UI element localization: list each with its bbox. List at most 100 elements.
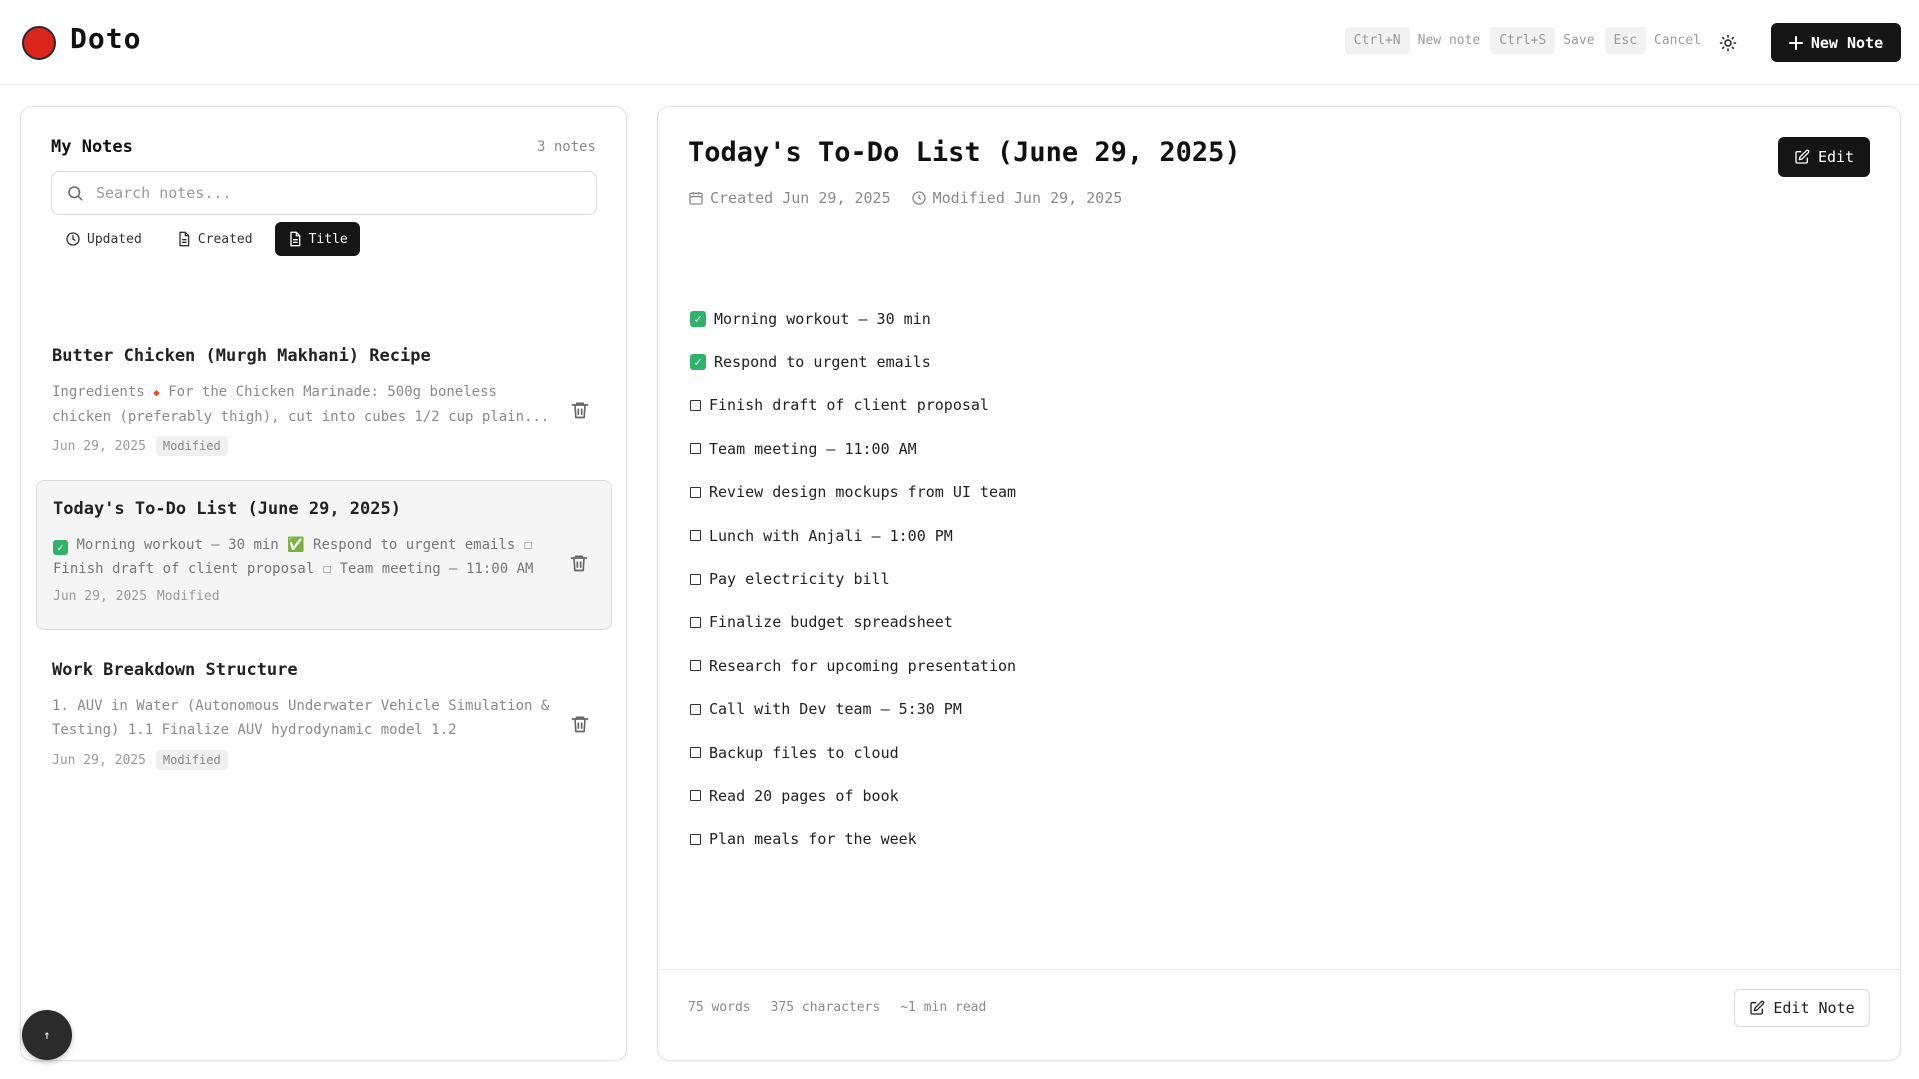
checked-box-icon: ✓	[690, 310, 706, 327]
calendar-icon	[689, 192, 703, 205]
status-badge: Modified	[155, 436, 228, 456]
search-input[interactable]	[94, 183, 578, 203]
todo-item: Read 20 pages of book	[690, 774, 1016, 817]
sort-created-label: Created	[197, 231, 253, 247]
todo-item: Review design mockups from UI team	[690, 471, 1016, 514]
clock-icon	[911, 191, 926, 205]
note-viewer: Today's To-Do List (June 29, 2025) Creat…	[657, 106, 1901, 1061]
checked-box-icon: ✓	[690, 354, 706, 371]
todo-text: Plan meals for the week	[709, 830, 917, 849]
search-box[interactable]	[51, 171, 597, 215]
sort-title-label: Title	[308, 231, 348, 247]
note-preview: 1. AUV in Water (Autonomous Underwater V…	[52, 698, 550, 738]
sun-icon	[1719, 34, 1737, 52]
note-title: Today's To-Do List (June 29, 2025)	[53, 499, 401, 519]
shortcut-key-cancel: Esc	[1604, 27, 1647, 54]
note-card[interactable]: Butter Chicken (Murgh Makhani) Recipe In…	[36, 328, 612, 478]
checkbox-icon	[690, 486, 701, 498]
logo-icon	[22, 26, 56, 60]
todo-item: ✓ Respond to urgent emails	[690, 340, 1016, 383]
sort-options: Updated Created Title	[53, 222, 360, 256]
todo-text: Morning workout – 30 min	[714, 309, 931, 328]
app-header: Doto Ctrl+N New note Ctrl+S Save Esc Can…	[0, 0, 1919, 85]
notes-sidebar: My Notes 3 notes Updated Created	[20, 106, 627, 1061]
todo-list: ✓ Morning workout – 30 min ✓ Respond to urg…	[690, 297, 1016, 861]
diamond-icon: ◆	[153, 386, 160, 399]
trash-icon[interactable]	[569, 553, 589, 573]
checkbox-icon	[690, 573, 701, 585]
file-text-icon	[289, 231, 300, 247]
trash-icon[interactable]	[570, 400, 590, 420]
shortcut-key-save: Ctrl+S	[1490, 27, 1556, 54]
note-meta: Jun 29, 2025 Modified	[52, 750, 596, 770]
note-title: Butter Chicken (Murgh Makhani) Recipe	[52, 346, 431, 366]
created-date: Created Jun 29, 2025	[688, 189, 891, 207]
todo-item: Backup files to cloud	[690, 731, 1016, 774]
sidebar-header: My Notes 3 notes	[51, 137, 596, 161]
todo-item: Plan meals for the week	[690, 818, 1016, 861]
note-card[interactable]: Work Breakdown Structure 1. AUV in Water…	[36, 642, 612, 792]
keyboard-shortcuts: Ctrl+N New note Ctrl+S Save Esc Cancel	[1344, 27, 1703, 54]
new-note-button[interactable]: New Note	[1771, 23, 1901, 62]
trash-icon[interactable]	[570, 714, 590, 734]
edit-note-label: Edit Note	[1773, 999, 1855, 1017]
edit-icon	[1795, 149, 1810, 164]
sort-title-button[interactable]: Title	[274, 222, 360, 256]
note-preview: Ingredients ◆ For the Chicken Marinade: …	[52, 380, 552, 428]
todo-text: Review design mockups from UI team	[709, 483, 1017, 502]
todo-item: Finalize budget spreadsheet	[690, 601, 1016, 644]
todo-text: Finalize budget spreadsheet	[709, 613, 953, 632]
character-count: 375 characters	[770, 1000, 881, 1015]
checkbox-icon	[690, 443, 701, 455]
todo-item: Team meeting – 11:00 AM	[690, 427, 1016, 470]
edit-note-button[interactable]: Edit Note	[1734, 989, 1870, 1027]
todo-text: Pay electricity bill	[709, 570, 890, 589]
modified-date: Modified Jun 29, 2025	[911, 189, 1123, 207]
note-card-selected[interactable]: Today's To-Do List (June 29, 2025) ✓ Mor…	[36, 480, 612, 630]
note-meta: Jun 29, 2025 Modified	[52, 436, 596, 456]
scroll-to-top-button[interactable]: ↑	[22, 1010, 72, 1060]
todo-text: Respond to urgent emails	[714, 353, 931, 372]
clock-icon	[66, 232, 80, 246]
todo-item: Research for upcoming presentation	[690, 644, 1016, 687]
todo-text: Research for upcoming presentation	[709, 656, 1017, 675]
created-label: Created Jun 29, 2025	[710, 189, 891, 207]
note-stats: 75 words 375 characters ~1 min read	[688, 1000, 986, 1015]
modified-label: Modified Jun 29, 2025	[932, 189, 1123, 207]
checkbox-icon	[690, 399, 701, 411]
todo-item: Pay electricity bill	[690, 557, 1016, 600]
sidebar-title: My Notes	[51, 137, 133, 157]
note-date: Jun 29, 2025	[52, 752, 146, 768]
footer-divider	[658, 969, 1900, 970]
note-preview-text: Morning workout – 30 min ✅ Respond to ur…	[53, 537, 534, 577]
plus-icon	[1788, 35, 1803, 50]
todo-text: Lunch with Anjali – 1:00 PM	[709, 526, 953, 545]
status-badge: Modified	[155, 750, 228, 770]
shortcut-key-new: Ctrl+N	[1344, 27, 1410, 54]
sort-created-button[interactable]: Created	[164, 222, 265, 256]
checkbox-icon	[690, 833, 701, 845]
shortcut-label-cancel: Cancel	[1654, 33, 1701, 48]
todo-text: Backup files to cloud	[709, 743, 899, 762]
checkbox-icon	[690, 530, 701, 542]
sort-updated-button[interactable]: Updated	[53, 222, 154, 256]
read-time: ~1 min read	[900, 1000, 987, 1015]
file-icon	[179, 231, 190, 247]
search-icon	[68, 186, 83, 201]
check-icon: ✓	[53, 540, 68, 555]
edit-label: Edit	[1817, 148, 1855, 166]
todo-text: Finish draft of client proposal	[709, 396, 989, 415]
new-note-label: New Note	[1810, 33, 1884, 52]
todo-item: Call with Dev team – 5:30 PM	[690, 688, 1016, 731]
checkbox-icon	[690, 660, 701, 672]
note-date: Jun 29, 2025	[53, 589, 147, 604]
note-meta: Jun 29, 2025 Modified	[53, 589, 595, 604]
edit-button[interactable]: Edit	[1778, 137, 1870, 177]
checkbox-icon	[690, 616, 701, 628]
word-count: 75 words	[688, 1000, 751, 1015]
todo-text: Call with Dev team – 5:30 PM	[709, 700, 962, 719]
status-label: Modified	[156, 589, 220, 604]
edit-icon	[1750, 1000, 1765, 1015]
theme-toggle-button[interactable]	[1714, 29, 1742, 57]
checkbox-icon	[690, 703, 701, 715]
